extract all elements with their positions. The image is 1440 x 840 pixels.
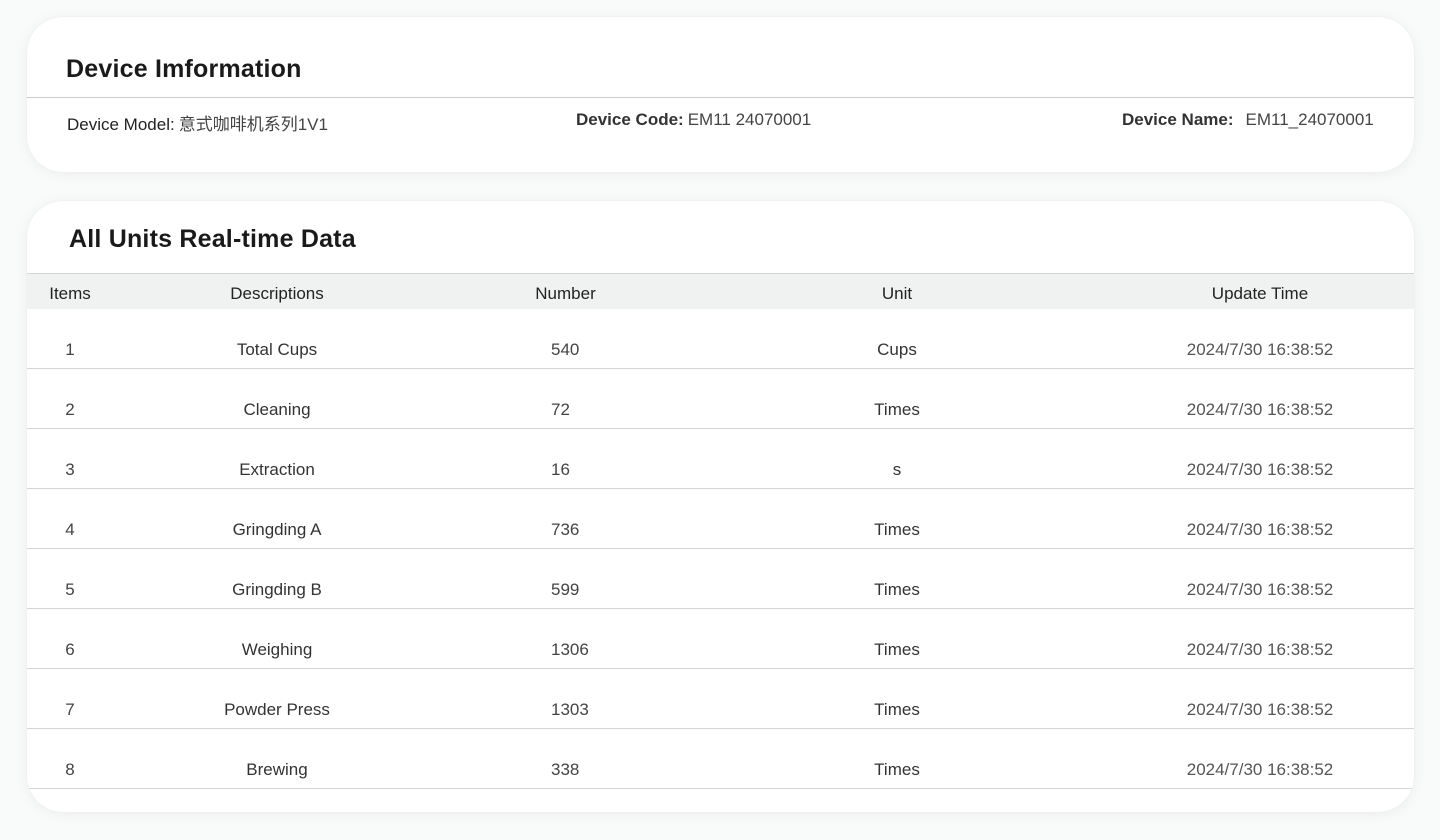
column-header-unit[interactable]: Unit (807, 274, 987, 311)
table-row[interactable]: 2 Cleaning 72 Times 2024/7/30 16:38:52 (27, 368, 1414, 429)
cell-number: 599 (551, 580, 580, 599)
cell-item: 2 (65, 400, 75, 419)
table-row[interactable]: 6 Weighing 1306 Times 2024/7/30 16:38:52 (27, 608, 1414, 669)
cell-update-time: 2024/7/30 16:38:52 (1186, 460, 1334, 479)
cell-item: 6 (65, 640, 75, 659)
cell-update-time: 2024/7/30 16:38:52 (1186, 640, 1334, 659)
cell-unit: s (892, 460, 902, 479)
cell-item: 1 (65, 340, 75, 359)
cell-description: Extraction (239, 460, 315, 479)
cell-update-time: 2024/7/30 16:38:52 (1186, 520, 1334, 539)
column-header-number[interactable]: Number (483, 274, 648, 311)
cell-description: Brewing (246, 760, 308, 779)
table-row[interactable]: 1 Total Cups 540 Cups 2024/7/30 16:38:52 (27, 308, 1414, 369)
cell-item: 5 (65, 580, 75, 599)
device-name-label: Device Name: (1122, 110, 1234, 129)
device-info-divider (27, 97, 1414, 98)
cell-item: 8 (65, 760, 75, 779)
column-header-items[interactable]: Items (27, 274, 113, 311)
device-info-row: Device Model: 意式咖啡机系列1V1 Device Code: EM11… (27, 110, 1414, 134)
cell-update-time: 2024/7/30 16:38:52 (1186, 760, 1334, 779)
device-code: Device Code: EM11 24070001 (576, 110, 811, 130)
device-code-label: Device Code: (576, 110, 684, 129)
table-row[interactable]: 4 Gringding A 736 Times 2024/7/30 16:38:… (27, 488, 1414, 549)
cell-unit: Times (874, 520, 920, 539)
cell-update-time: 2024/7/30 16:38:52 (1186, 580, 1334, 599)
cell-unit: Times (874, 760, 920, 779)
device-info-card: Device Imformation Device Model: 意式咖啡机系列1… (27, 17, 1414, 172)
cell-description: Gringding B (232, 580, 322, 599)
column-header-update-time[interactable]: Update Time (1167, 274, 1353, 311)
cell-update-time: 2024/7/30 16:38:52 (1186, 340, 1334, 359)
cell-number: 736 (551, 520, 580, 539)
cell-number: 338 (551, 760, 580, 779)
cell-unit: Times (874, 400, 920, 419)
device-info-title: Device Imformation (66, 55, 302, 83)
cell-unit: Cups (877, 340, 917, 359)
device-model: Device Model: 意式咖啡机系列1V1 (67, 110, 328, 135)
cell-number: 1306 (551, 640, 589, 659)
device-code-value: EM11 24070001 (687, 110, 812, 129)
table-row[interactable]: 3 Extraction 16 s 2024/7/30 16:38:52 (27, 428, 1414, 489)
device-model-label: Device Model: (67, 115, 175, 134)
table-row[interactable]: 7 Powder Press 1303 Times 2024/7/30 16:3… (27, 668, 1414, 729)
table-header: Items Descriptions Number Unit Update Ti… (27, 273, 1414, 309)
realtime-data-title: All Units Real-time Data (69, 225, 356, 253)
cell-description: Gringding A (232, 520, 322, 539)
cell-unit: Times (874, 580, 920, 599)
cell-item: 4 (65, 520, 75, 539)
cell-number: 1303 (551, 700, 589, 719)
cell-number: 540 (551, 340, 580, 359)
cell-description: Powder Press (224, 700, 330, 719)
cell-number: 72 (551, 400, 570, 419)
cell-update-time: 2024/7/30 16:38:52 (1186, 700, 1334, 719)
device-name-value: EM11_24070001 (1245, 110, 1374, 129)
column-header-descriptions[interactable]: Descriptions (177, 274, 377, 311)
device-model-value: 意式咖啡机系列1V1 (178, 115, 328, 134)
page: Device Imformation Device Model: 意式咖啡机系列1… (0, 0, 1440, 840)
cell-item: 3 (65, 460, 75, 479)
table-row[interactable]: 5 Gringding B 599 Times 2024/7/30 16:38:… (27, 548, 1414, 609)
cell-item: 7 (65, 700, 75, 719)
table-row[interactable]: 8 Brewing 338 Times 2024/7/30 16:38:52 (27, 728, 1414, 789)
cell-unit: Times (874, 700, 920, 719)
realtime-data-card: All Units Real-time Data Items Descripti… (27, 201, 1414, 812)
cell-description: Total Cups (236, 340, 318, 359)
cell-description: Cleaning (243, 400, 311, 419)
cell-update-time: 2024/7/30 16:38:52 (1186, 400, 1334, 419)
cell-unit: Times (874, 640, 920, 659)
cell-number: 16 (551, 460, 570, 479)
device-name: Device Name: EM11_24070001 (1122, 110, 1374, 130)
cell-description: Weighing (241, 640, 313, 659)
